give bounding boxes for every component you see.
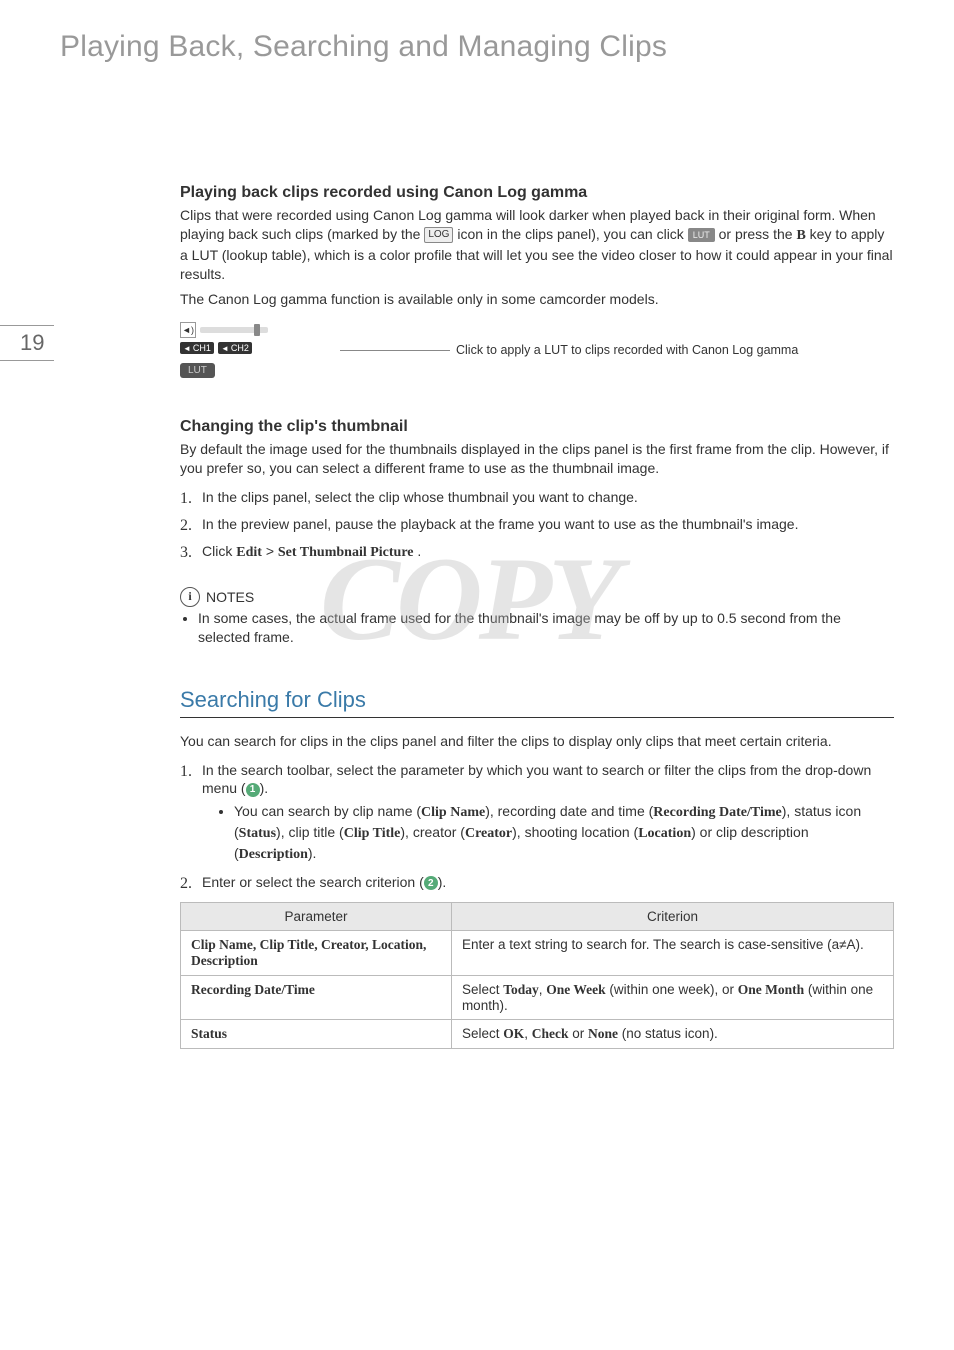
r3-m2: or	[569, 1026, 589, 1041]
notes-heading: i NOTES	[180, 587, 254, 607]
search-step-1-sub: You can search by clip name (Clip Name),…	[202, 802, 894, 865]
log-icon: LOG	[424, 227, 453, 243]
param-desc: Description	[239, 847, 308, 862]
menu-set-thumbnail: Set Thumbnail Picture	[278, 545, 414, 560]
chapter-title: Playing Back, Searching and Managing Cli…	[0, 0, 954, 74]
ss1-pre: In the search toolbar, select the parame…	[202, 762, 871, 797]
ss2-post: ).	[438, 874, 447, 890]
section1-para2: The Canon Log gamma function is availabl…	[180, 290, 894, 309]
search-step-2: Enter or select the search criterion (2)…	[180, 873, 894, 892]
circled-1-icon: 1	[246, 783, 260, 797]
lut-figure: ◄) CH1 CH2 LUT Click to apply a LUT to c…	[180, 322, 894, 378]
section2-para: By default the image used for the thumbn…	[180, 440, 894, 478]
parameter-table: Parameter Criterion Clip Name, Clip Titl…	[180, 902, 894, 1049]
lut-inline-icon: LUT	[688, 228, 715, 242]
s1-text-c: or press the	[719, 226, 797, 242]
menu-edit: Edit	[236, 545, 262, 560]
step-1: In the clips panel, select the clip whos…	[180, 488, 894, 507]
r3-m1: ,	[524, 1026, 532, 1041]
cell-param-3: Status	[181, 1019, 452, 1048]
section1-para1: Clips that were recorded using Canon Log…	[180, 206, 894, 284]
r2-pre: Select	[462, 982, 503, 997]
th-criterion: Criterion	[451, 902, 893, 930]
volume-slider[interactable]	[200, 327, 268, 333]
circled-2-icon: 2	[424, 876, 438, 890]
param-cliptitle: Clip Title	[344, 826, 401, 841]
key-b: B	[796, 228, 805, 243]
th-parameter: Parameter	[181, 902, 452, 930]
opt-today: Today	[503, 982, 539, 997]
opt-check: Check	[532, 1026, 569, 1041]
s3-pre: Click	[202, 543, 236, 559]
speaker-icon: ◄)	[180, 322, 196, 338]
r3-post: (no status icon).	[618, 1026, 718, 1041]
opt-ok: OK	[503, 1026, 524, 1041]
notes-list: In some cases, the actual frame used for…	[180, 609, 894, 647]
s1-text-b: icon in the clips panel), you can click	[457, 226, 687, 242]
ch2-button[interactable]: CH2	[218, 342, 252, 354]
searching-para: You can search for clips in the clips pa…	[180, 732, 894, 751]
sub-pre: You can search by clip name (	[234, 803, 421, 819]
opt-oneweek: One Week	[546, 982, 605, 997]
param-creator: Creator	[465, 826, 512, 841]
searching-heading: Searching for Clips	[180, 687, 894, 718]
thumbnail-steps: In the clips panel, select the clip whos…	[180, 488, 894, 563]
cell-crit-1: Enter a text string to search for. The s…	[451, 930, 893, 975]
page-number: 19	[0, 325, 54, 361]
search-steps: In the search toolbar, select the parame…	[180, 761, 894, 892]
cell-param-2: Recording Date/Time	[181, 975, 452, 1019]
callout-line	[340, 350, 450, 351]
search-step-1-sub-item: You can search by clip name (Clip Name),…	[234, 802, 894, 865]
section1-heading: Playing back clips recorded using Canon …	[180, 184, 894, 202]
cell-crit-2: Select Today, One Week (within one week)…	[451, 975, 893, 1019]
lut-button[interactable]: LUT	[180, 363, 215, 378]
s3-post: .	[417, 543, 421, 559]
param-recdate: Recording Date/Time	[653, 805, 781, 820]
info-icon: i	[180, 587, 200, 607]
opt-onemonth: One Month	[738, 982, 804, 997]
sub-s4: ), creator (	[400, 824, 465, 840]
section2-heading: Changing the clip's thumbnail	[180, 418, 894, 436]
notes-label-text: NOTES	[206, 589, 254, 605]
player-panel: ◄) CH1 CH2 LUT	[180, 322, 300, 378]
sub-s7: ).	[308, 845, 317, 861]
step-2: In the preview panel, pause the playback…	[180, 515, 894, 534]
table-row: Recording Date/Time Select Today, One We…	[181, 975, 894, 1019]
param-status: Status	[239, 826, 276, 841]
sub-s5: ), shooting location (	[512, 824, 638, 840]
param-clipname: Clip Name	[421, 805, 485, 820]
ch1-button[interactable]: CH1	[180, 342, 214, 354]
param-location: Location	[638, 826, 691, 841]
sub-s1: ), recording date and time (	[485, 803, 653, 819]
ss2-pre: Enter or select the search criterion (	[202, 874, 424, 890]
r3-pre: Select	[462, 1026, 503, 1041]
cell-param-1: Clip Name, Clip Title, Creator, Location…	[181, 930, 452, 975]
table-row: Status Select OK, Check or None (no stat…	[181, 1019, 894, 1048]
cell-crit-3: Select OK, Check or None (no status icon…	[451, 1019, 893, 1048]
opt-none: None	[588, 1026, 618, 1041]
sub-s3: ), clip title (	[276, 824, 344, 840]
search-step-1: In the search toolbar, select the parame…	[180, 761, 894, 865]
step-3: Click Edit > Set Thumbnail Picture .	[180, 542, 894, 563]
r2-m2: (within one week), or	[606, 982, 738, 997]
note-1: In some cases, the actual frame used for…	[198, 609, 894, 647]
s3-gt: >	[266, 543, 278, 559]
table-row: Clip Name, Clip Title, Creator, Location…	[181, 930, 894, 975]
lut-caption: Click to apply a LUT to clips recorded w…	[456, 343, 798, 357]
ss1-post: ).	[260, 780, 269, 796]
